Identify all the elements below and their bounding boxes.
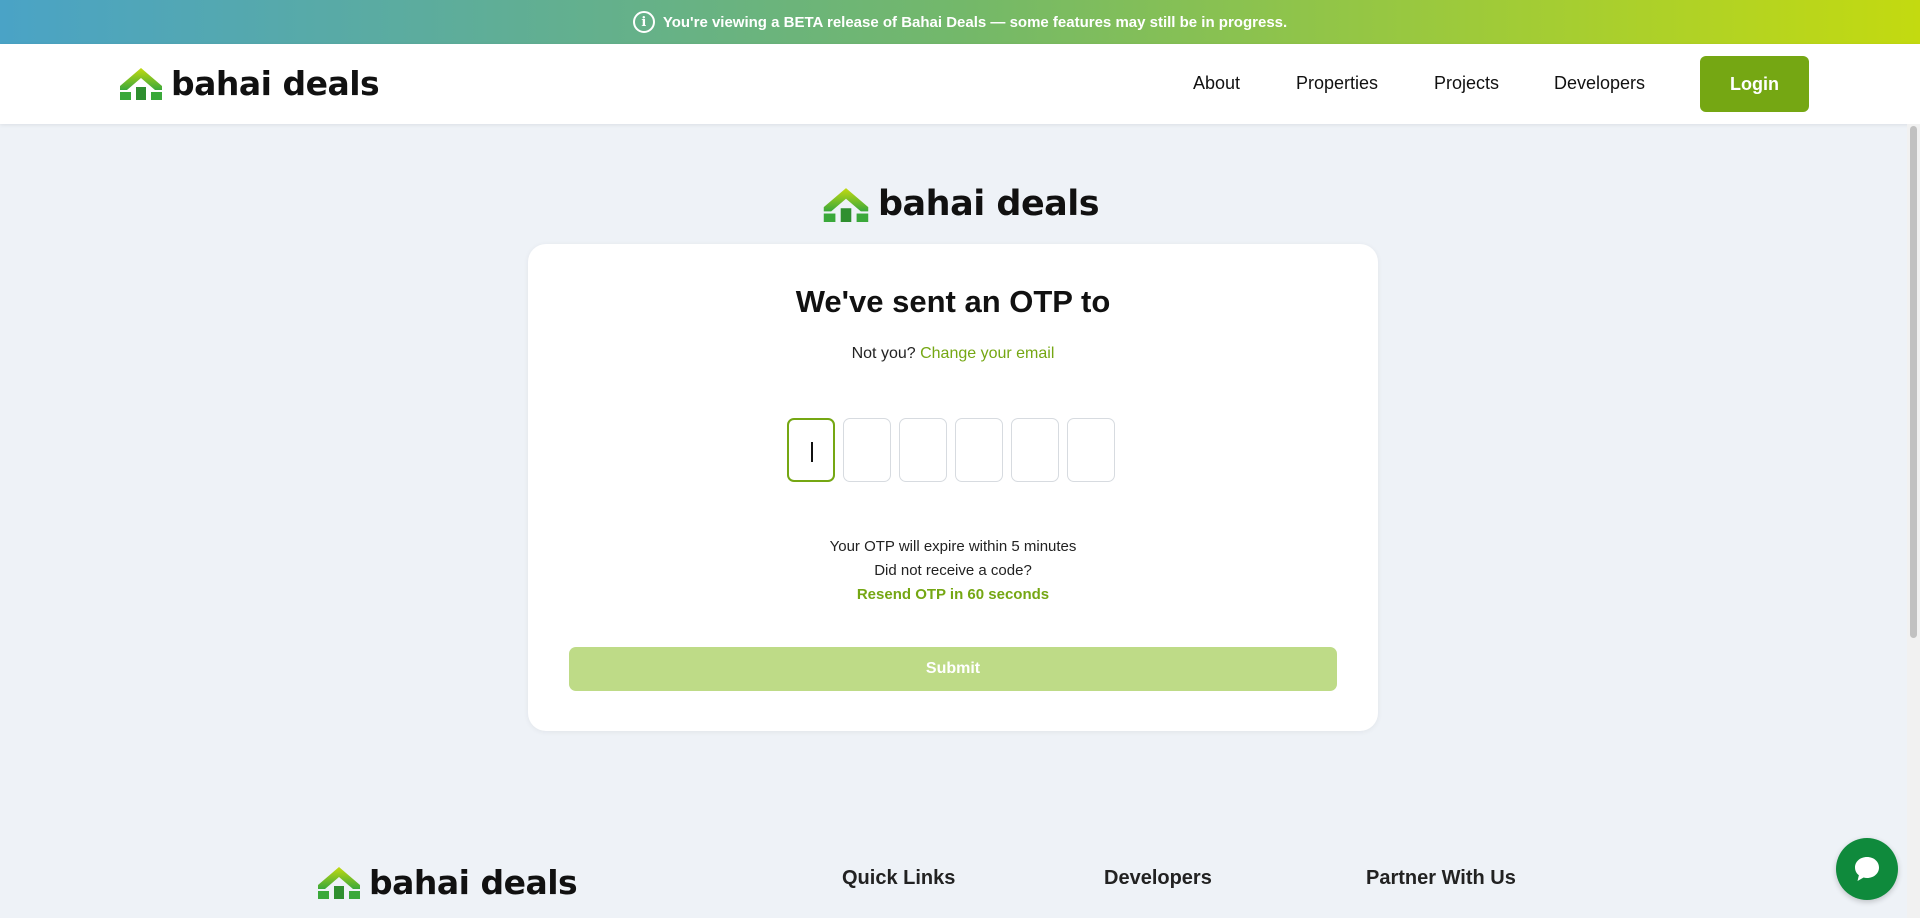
top-nav: bahai deals About Properties Projects De… [0,44,1920,124]
house-logo-icon [120,68,162,100]
otp-digit-input[interactable] [1011,418,1059,482]
otp-info: Your OTP will expire within 5 minutes Di… [528,535,1378,607]
logo-text: bahai deals [171,64,380,103]
not-you-line: Not you? Change your email [528,345,1378,363]
otp-digit-input[interactable] [899,418,947,482]
house-logo-icon [318,867,360,899]
nav-logo[interactable]: bahai deals [117,64,380,103]
not-you-text: Not you? [851,345,916,362]
nav-about[interactable]: About [1193,73,1240,94]
logo-text: bahai deals [878,184,1100,224]
beta-banner: i You're viewing a BETA release of Bahai… [0,0,1920,44]
text-caret [811,442,813,462]
otp-digit-input[interactable] [955,418,1003,482]
otp-card: We've sent an OTP to Not you? Change you… [528,244,1378,731]
house-logo-icon [823,188,869,222]
otp-title: We've sent an OTP to [795,284,1111,319]
resend-otp-link[interactable]: Resend OTP in 60 seconds [528,583,1378,607]
chat-button[interactable] [1836,838,1898,900]
nav-projects[interactable]: Projects [1434,73,1499,94]
login-button[interactable]: Login [1700,56,1809,112]
submit-button[interactable]: Submit [569,647,1337,691]
footer-heading-partner: Partner With Us [1366,867,1516,889]
center-logo: bahai deals [820,184,1100,224]
page-scrollbar[interactable] [1907,124,1920,918]
otp-digit-input[interactable] [787,418,835,482]
footer-heading-developers: Developers [1104,867,1212,889]
otp-digit-input[interactable] [843,418,891,482]
otp-digit-input[interactable] [1067,418,1115,482]
logo-text: bahai deals [369,863,578,902]
footer-heading-quick-links: Quick Links [842,867,956,889]
change-email-link[interactable]: Change your email [920,345,1054,362]
footer-logo[interactable]: bahai deals [315,863,578,902]
scrollbar-thumb[interactable] [1910,126,1917,638]
info-icon: i [632,11,655,33]
nav-properties[interactable]: Properties [1296,73,1378,94]
otp-expire-text: Your OTP will expire within 5 minutes [829,538,1077,555]
nav-developers[interactable]: Developers [1554,73,1645,94]
chat-bubble-icon [1855,857,1879,881]
beta-banner-text: You're viewing a BETA release of Bahai D… [662,13,1288,31]
otp-not-received-text: Did not receive a code? [874,562,1032,579]
